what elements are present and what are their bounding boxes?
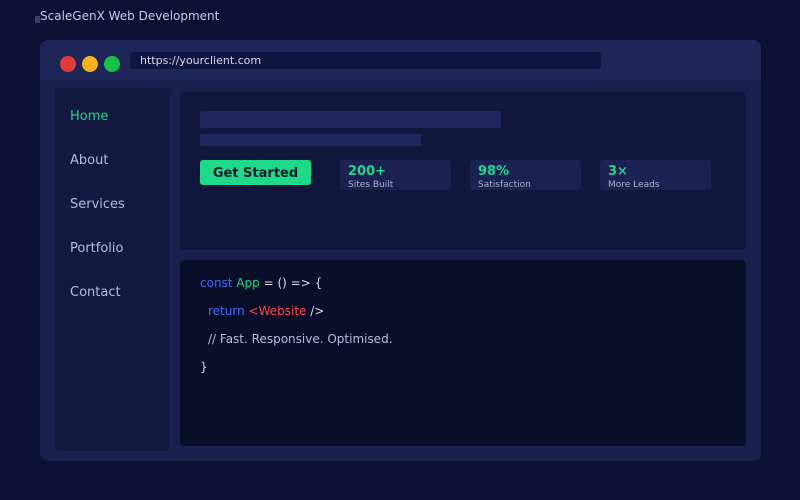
subheadline-placeholder: [200, 134, 421, 146]
close-window-icon[interactable]: [60, 56, 76, 72]
app-title-text: ScaleGenX Web Development: [40, 9, 220, 23]
hero-panel: Get Started 200+ Sites Built 98% Satisfa…: [180, 92, 746, 250]
code-text: />: [306, 304, 325, 318]
sidebar-item-portfolio[interactable]: Portfolio: [70, 241, 123, 256]
stat-label: More Leads: [608, 180, 660, 190]
code-panel: const App = () => { return <Website /> /…: [180, 260, 746, 446]
stat-card-leads: 3× More Leads: [600, 160, 711, 190]
stat-value: 200+: [348, 164, 387, 179]
stat-value: 3×: [608, 164, 628, 179]
stat-card-satisfaction: 98% Satisfaction: [470, 160, 581, 190]
code-line-1: const App = () => {: [200, 276, 322, 290]
get-started-button[interactable]: Get Started: [200, 160, 311, 185]
stat-label: Satisfaction: [478, 180, 531, 190]
sidebar-item-home[interactable]: Home: [70, 109, 108, 124]
stat-card-sites: 200+ Sites Built: [340, 160, 451, 190]
browser-titlebar: https://yourclient.com: [40, 40, 761, 80]
sidebar-item-contact[interactable]: Contact: [70, 285, 121, 300]
code-line-4: }: [200, 360, 208, 374]
code-tag: <Website: [248, 304, 307, 318]
browser-window: https://yourclient.com Home About Servic…: [40, 40, 761, 461]
stat-label: Sites Built: [348, 180, 394, 190]
code-line-2: return <Website />: [208, 304, 324, 318]
code-keyword: const: [200, 276, 233, 290]
code-keyword: return: [208, 304, 245, 318]
app-title: ScaleGenX Web Development: [35, 8, 219, 24]
code-text: = () => {: [259, 276, 323, 290]
minimize-window-icon[interactable]: [82, 56, 98, 72]
code-identifier: App: [236, 276, 260, 290]
sidebar-nav: Home About Services Portfolio Contact: [55, 88, 170, 451]
headline-placeholder: [200, 111, 501, 128]
sidebar-item-services[interactable]: Services: [70, 197, 125, 212]
address-bar[interactable]: https://yourclient.com: [130, 52, 601, 69]
maximize-window-icon[interactable]: [104, 56, 120, 72]
code-line-3: // Fast. Responsive. Optimised.: [208, 332, 393, 346]
stat-value: 98%: [478, 164, 510, 179]
sidebar-item-about[interactable]: About: [70, 153, 108, 168]
